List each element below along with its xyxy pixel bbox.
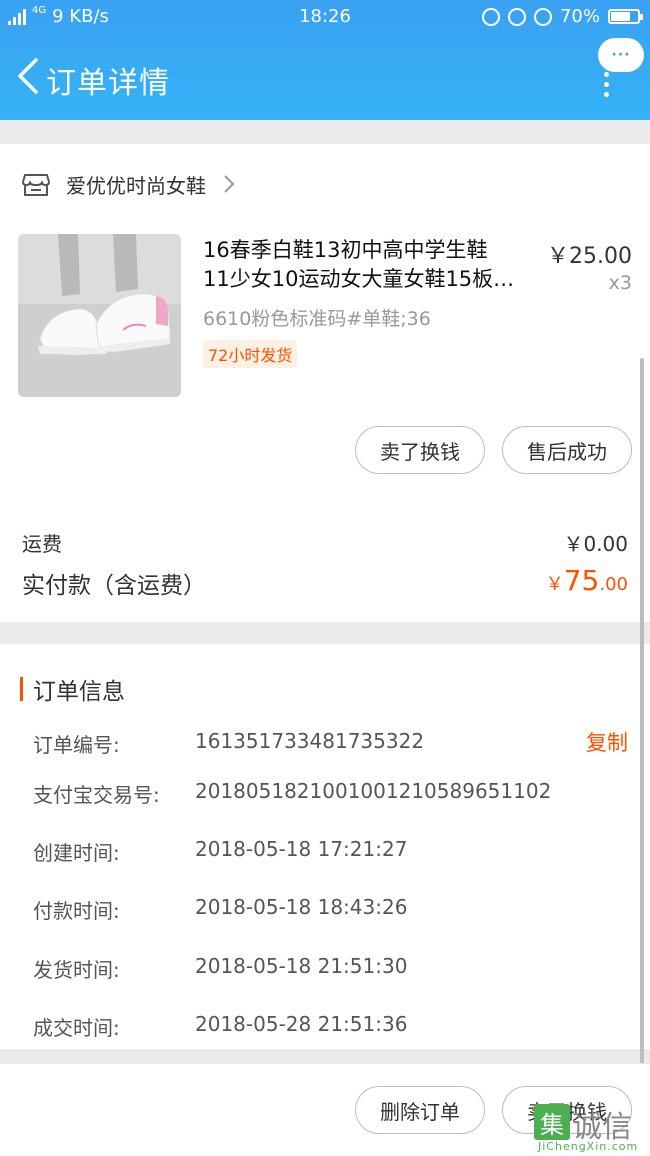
info-label: 付款时间: (33, 899, 120, 923)
info-value: 2018-05-18 18:43:26 (195, 895, 408, 919)
info-row-paid-time: 付款时间: 2018-05-18 18:43:26 (0, 895, 650, 925)
order-info-title: 订单信息 (33, 679, 125, 705)
scrollbar[interactable] (640, 358, 644, 1068)
back-arrow-icon[interactable] (12, 56, 48, 96)
info-row-completed-time: 成交时间: 2018-05-28 21:51:36 (0, 1012, 650, 1042)
paid-decimal: .00 (599, 574, 628, 595)
order-item-card: 爱优优时尚女鞋 16春季白鞋13初中高中学生鞋 11少女10运动女大童女鞋15板… (0, 144, 650, 622)
watermark-url: JiChengXin.com (538, 1140, 639, 1153)
product-quantity: x3 (608, 272, 632, 294)
product-sku: 6610粉色标准码#单鞋;36 (203, 308, 431, 330)
shop-icon (22, 174, 50, 196)
info-label: 支付宝交易号: (33, 783, 160, 807)
nav-bar: 订单详情 ··· (0, 38, 650, 108)
sneaker-photo (18, 234, 181, 397)
copy-button[interactable]: 复制 (586, 727, 628, 757)
info-value: 2018-05-18 17:21:27 (195, 837, 408, 861)
info-row-alipay-number: 支付宝交易号: 2018051821001001210589651102 (0, 779, 650, 809)
vibrate-icon (481, 7, 500, 26)
shipping-tag: 72小时发货 (203, 340, 298, 368)
shop-row[interactable]: 爱优优时尚女鞋 (0, 144, 650, 224)
shipping-fee-label: 运费 (22, 532, 62, 556)
info-value: 161351733481735322 (195, 729, 425, 753)
info-label: 创建时间: (33, 841, 120, 865)
watermark-logo: 集 (534, 1104, 570, 1140)
battery-icon (608, 9, 643, 24)
delete-order-button[interactable]: 删除订单 (355, 1086, 485, 1134)
section-accent-bar (20, 677, 23, 701)
currency-symbol: ￥ (545, 574, 564, 595)
product-title-line: 16春季白鞋13初中高中学生鞋 (203, 238, 488, 262)
product-image[interactable] (18, 234, 181, 397)
info-row-order-number: 订单编号: 161351733481735322 复制 (0, 729, 650, 759)
paid-integer: 75 (563, 564, 600, 597)
info-label: 订单编号: (33, 733, 120, 757)
battery-percent: 70% (559, 6, 600, 27)
page-title: 订单详情 (46, 66, 170, 101)
info-row-created-time: 创建时间: 2018-05-18 17:21:27 (0, 837, 650, 867)
product-title[interactable]: 16春季白鞋13初中高中学生鞋 11少女10运动女大童女鞋15板… (203, 236, 538, 294)
product-price: ￥25.00 (547, 244, 632, 269)
app-header: 4G 9 KB/s 18:26 70% 订单详情 ··· (0, 0, 650, 120)
sell-button[interactable]: 卖了换钱 (355, 426, 485, 474)
shop-name[interactable]: 爱优优时尚女鞋 (66, 170, 206, 199)
total-paid-value: ￥75.00 (546, 564, 628, 597)
shipping-fee-value: ￥0.00 (563, 532, 628, 556)
message-bubble-icon[interactable]: ··· (598, 38, 644, 72)
lock-rotation-icon (507, 7, 526, 26)
info-value: 2018051821001001210589651102 (195, 779, 552, 803)
info-value: 2018-05-28 21:51:36 (195, 1012, 408, 1036)
info-label: 成交时间: (33, 1016, 120, 1040)
info-row-shipped-time: 发货时间: 2018-05-18 21:51:30 (0, 954, 650, 984)
chevron-right-icon (224, 175, 235, 193)
total-paid-label: 实付款（含运费） (22, 573, 206, 599)
product-title-line: 11少女10运动女大童女鞋15板… (203, 267, 515, 291)
more-menu-icon[interactable] (600, 72, 612, 98)
status-bar: 4G 9 KB/s 18:26 70% (0, 0, 650, 34)
after-sale-button[interactable]: 售后成功 (502, 426, 632, 474)
info-value: 2018-05-18 21:51:30 (195, 954, 408, 978)
info-label: 发货时间: (33, 958, 120, 982)
watermark: 集 诚信 JiChengXin.com (532, 1102, 650, 1155)
alarm-icon (533, 7, 552, 26)
order-info-card: 订单信息 订单编号: 161351733481735322 复制 支付宝交易号:… (0, 644, 650, 1049)
